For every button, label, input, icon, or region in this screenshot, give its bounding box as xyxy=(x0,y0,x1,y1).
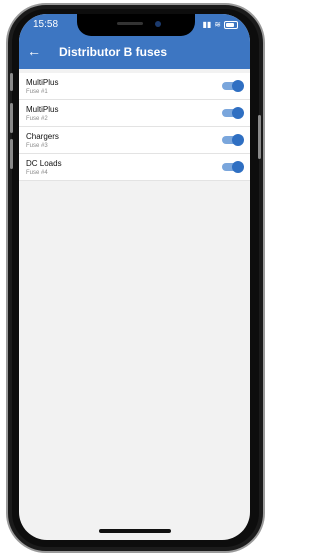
fuse-list: MultiPlus Fuse #1 MultiPlus Fuse #2 Char… xyxy=(19,73,250,181)
status-icons: ▮▮ ≋ xyxy=(202,20,238,29)
fuse-name: Chargers xyxy=(26,132,59,141)
list-item: MultiPlus Fuse #2 xyxy=(19,100,250,127)
fuse-toggle[interactable] xyxy=(222,80,244,92)
app-header: 15:58 ▮▮ ≋ ← Distributor B fuses xyxy=(19,14,250,69)
fuse-name: DC Loads xyxy=(26,159,62,168)
volume-up-button xyxy=(10,103,13,133)
fuse-label: Fuse #1 xyxy=(26,89,48,95)
fuse-toggle[interactable] xyxy=(222,134,244,146)
fuse-toggle[interactable] xyxy=(222,161,244,173)
camera-icon xyxy=(155,21,161,27)
signal-icon: ▮▮ xyxy=(202,20,212,29)
battery-icon xyxy=(224,20,238,29)
power-button xyxy=(258,115,261,159)
app-screen: 15:58 ▮▮ ≋ ← Distributor B fuses MultiPl… xyxy=(19,14,250,540)
volume-down-button xyxy=(10,139,13,169)
fuse-name: MultiPlus xyxy=(26,78,59,87)
silent-switch xyxy=(10,73,13,91)
fuse-label: Fuse #4 xyxy=(26,170,48,176)
toggle-knob xyxy=(232,134,244,146)
list-item: DC Loads Fuse #4 xyxy=(19,154,250,181)
toggle-knob xyxy=(232,161,244,173)
fuse-label: Fuse #2 xyxy=(26,116,48,122)
home-indicator[interactable] xyxy=(99,529,171,533)
list-item: Chargers Fuse #3 xyxy=(19,127,250,154)
page-title: Distributor B fuses xyxy=(59,45,168,59)
back-button[interactable]: ← xyxy=(27,44,41,58)
fuse-toggle[interactable] xyxy=(222,107,244,119)
fuse-name: MultiPlus xyxy=(26,105,59,114)
speaker xyxy=(117,22,143,25)
fuse-label: Fuse #3 xyxy=(26,143,48,149)
status-time: 15:58 xyxy=(33,19,59,30)
list-item: MultiPlus Fuse #1 xyxy=(19,73,250,100)
toggle-knob xyxy=(232,80,244,92)
toggle-knob xyxy=(232,107,244,119)
wifi-icon: ≋ xyxy=(214,20,221,29)
notch xyxy=(77,14,195,36)
